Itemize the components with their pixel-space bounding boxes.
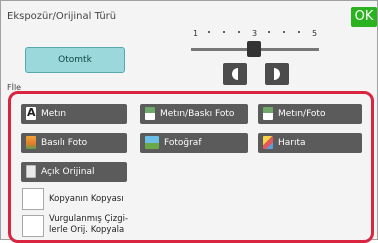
scale-dot	[223, 31, 225, 33]
scale-dot	[208, 31, 210, 33]
type-button-light-original[interactable]: Açık Orijinal	[21, 162, 127, 182]
text-photo-icon	[263, 107, 273, 120]
map-icon	[263, 136, 273, 149]
type-button-map[interactable]: Harıta	[258, 133, 362, 153]
highlighted-lines-label-line2: lerle Orij. Kopyala	[49, 225, 125, 235]
type-label: Fotoğraf	[164, 138, 202, 148]
exposure-slider-knob[interactable]	[247, 41, 261, 57]
text-printed-photo-icon	[145, 107, 155, 120]
ok-button[interactable]: OK	[351, 7, 377, 27]
scale-dot	[268, 31, 270, 33]
highlighted-lines-label: Vurgulanmış Çizgi- lerle Orij. Kopyala	[49, 214, 128, 236]
type-button-text-printed-photo[interactable]: Metın/Baskı Foto	[140, 104, 248, 124]
text-icon	[26, 103, 36, 123]
original-type-panel: Metın Metın/Baskı Foto Metın/Foto Basılı…	[8, 91, 374, 243]
type-button-printed-photo[interactable]: Basılı Foto	[21, 133, 127, 153]
type-label: Harıta	[278, 138, 306, 148]
scale-label-min: 1	[193, 29, 199, 38]
copy-of-copy-checkbox[interactable]	[22, 188, 44, 210]
type-label: Açık Orijinal	[41, 167, 95, 177]
highlighted-lines-checkbox[interactable]	[22, 215, 44, 237]
lighter-button[interactable]	[265, 63, 289, 85]
printed-photo-icon	[26, 136, 36, 149]
dialog-title: Ekspozür/Orijinal Türü	[7, 11, 117, 22]
dialog: Ekspozür/Orijinal Türü OK Otomtk 1 3 5 F…	[0, 0, 378, 243]
scale-dot	[298, 31, 300, 33]
type-button-text-photo[interactable]: Metın/Foto	[258, 104, 362, 124]
light-original-icon	[26, 165, 36, 178]
type-button-photo[interactable]: Fotoğraf	[140, 133, 248, 153]
highlighted-lines-label-line1: Vurgulanmış Çizgi-	[49, 214, 129, 224]
darker-button[interactable]	[223, 63, 247, 85]
scale-dot	[238, 31, 240, 33]
half-dark-icon	[232, 68, 238, 80]
auto-exposure-button[interactable]: Otomtk	[25, 47, 125, 73]
scale-dot	[283, 31, 285, 33]
photo-icon	[145, 136, 159, 149]
copy-of-copy-label: Kopyanın Kopyası	[49, 194, 124, 204]
scale-label-mid: 3	[252, 29, 258, 38]
type-button-text[interactable]: Metın	[21, 103, 127, 124]
scale-label-max: 5	[312, 29, 318, 38]
type-label: Metın	[41, 109, 67, 119]
half-light-icon	[274, 68, 280, 80]
type-label: Basılı Foto	[41, 138, 88, 148]
type-label: Metın/Baskı Foto	[160, 109, 235, 119]
type-label: Metın/Foto	[278, 109, 326, 119]
